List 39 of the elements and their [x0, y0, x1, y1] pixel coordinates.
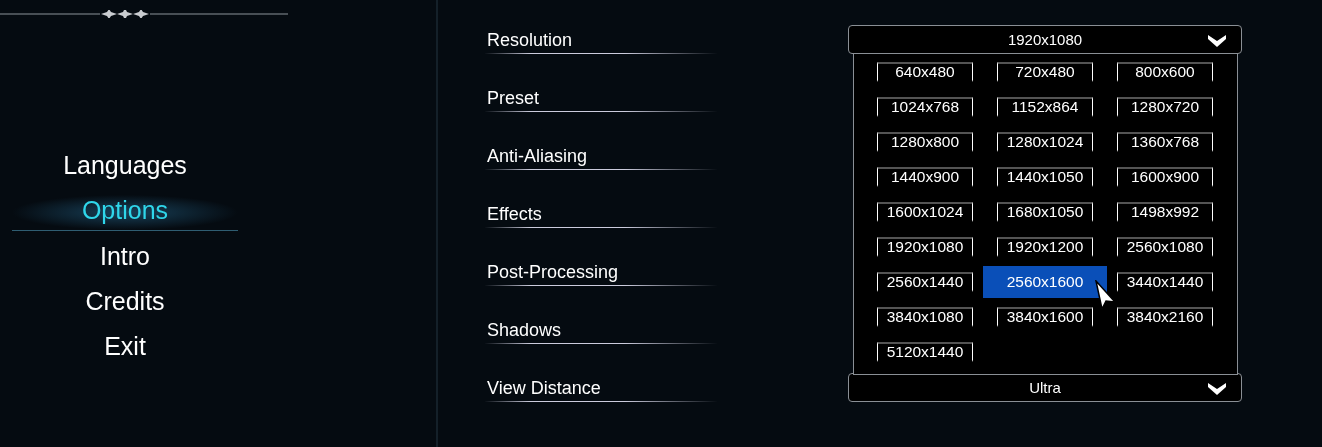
resolution-option[interactable]: 5120x1440 [877, 342, 973, 362]
menu-item[interactable]: Languages [55, 146, 195, 185]
resolution-option[interactable]: 1360x768 [1117, 132, 1213, 152]
setting-label: Shadows [485, 320, 717, 344]
resolution-option[interactable]: 1280x1024 [997, 132, 1093, 152]
resolution-option[interactable]: 720x480 [997, 62, 1093, 82]
resolution-option[interactable]: 1152x864 [997, 97, 1093, 117]
resolution-option[interactable]: 1600x1024 [877, 202, 973, 222]
menu-item[interactable]: Intro [92, 237, 158, 276]
setting-label: Anti-Aliasing [485, 146, 717, 170]
resolution-option[interactable]: 1680x1050 [997, 202, 1093, 222]
resolution-option[interactable]: 1498x992 [1117, 202, 1213, 222]
resolution-option[interactable]: 1920x1080 [877, 237, 973, 257]
menu-item[interactable]: Credits [77, 282, 173, 321]
setting-label: Preset [485, 88, 717, 112]
dropdown[interactable]: Ultra [848, 373, 1242, 402]
menu-item[interactable]: Exit [96, 327, 154, 366]
resolution-option[interactable]: 2560x1440 [877, 272, 973, 292]
resolution-option[interactable]: 3840x1600 [997, 307, 1093, 327]
setting-label: Effects [485, 204, 717, 228]
resolution-option[interactable]: 1920x1200 [997, 237, 1093, 257]
resolution-option[interactable]: 3440x1440 [1117, 272, 1213, 292]
resolution-option[interactable]: 1024x768 [877, 97, 973, 117]
chevron-down-icon [1207, 34, 1227, 48]
resolution-option[interactable]: 800x600 [1117, 62, 1213, 82]
setting-label: Resolution [485, 30, 717, 54]
resolution-option[interactable]: 1440x1050 [997, 167, 1093, 187]
resolution-option[interactable]: 3840x1080 [877, 307, 973, 327]
resolution-option[interactable]: 2560x1080 [1117, 237, 1213, 257]
resolution-option[interactable]: 640x480 [877, 62, 973, 82]
setting-label: Post-Processing [485, 262, 717, 286]
resolution-option[interactable]: 1440x900 [877, 167, 973, 187]
chevron-down-icon [1207, 382, 1227, 396]
resolution-option[interactable]: 1280x800 [877, 132, 973, 152]
dropdown[interactable]: 1920x1080 [848, 25, 1242, 54]
resolution-option[interactable]: 3840x2160 [1117, 307, 1213, 327]
setting-label: View Distance [485, 378, 717, 402]
resolution-option[interactable]: 1600x900 [1117, 167, 1213, 187]
resolution-option[interactable]: 1280x720 [1117, 97, 1213, 117]
